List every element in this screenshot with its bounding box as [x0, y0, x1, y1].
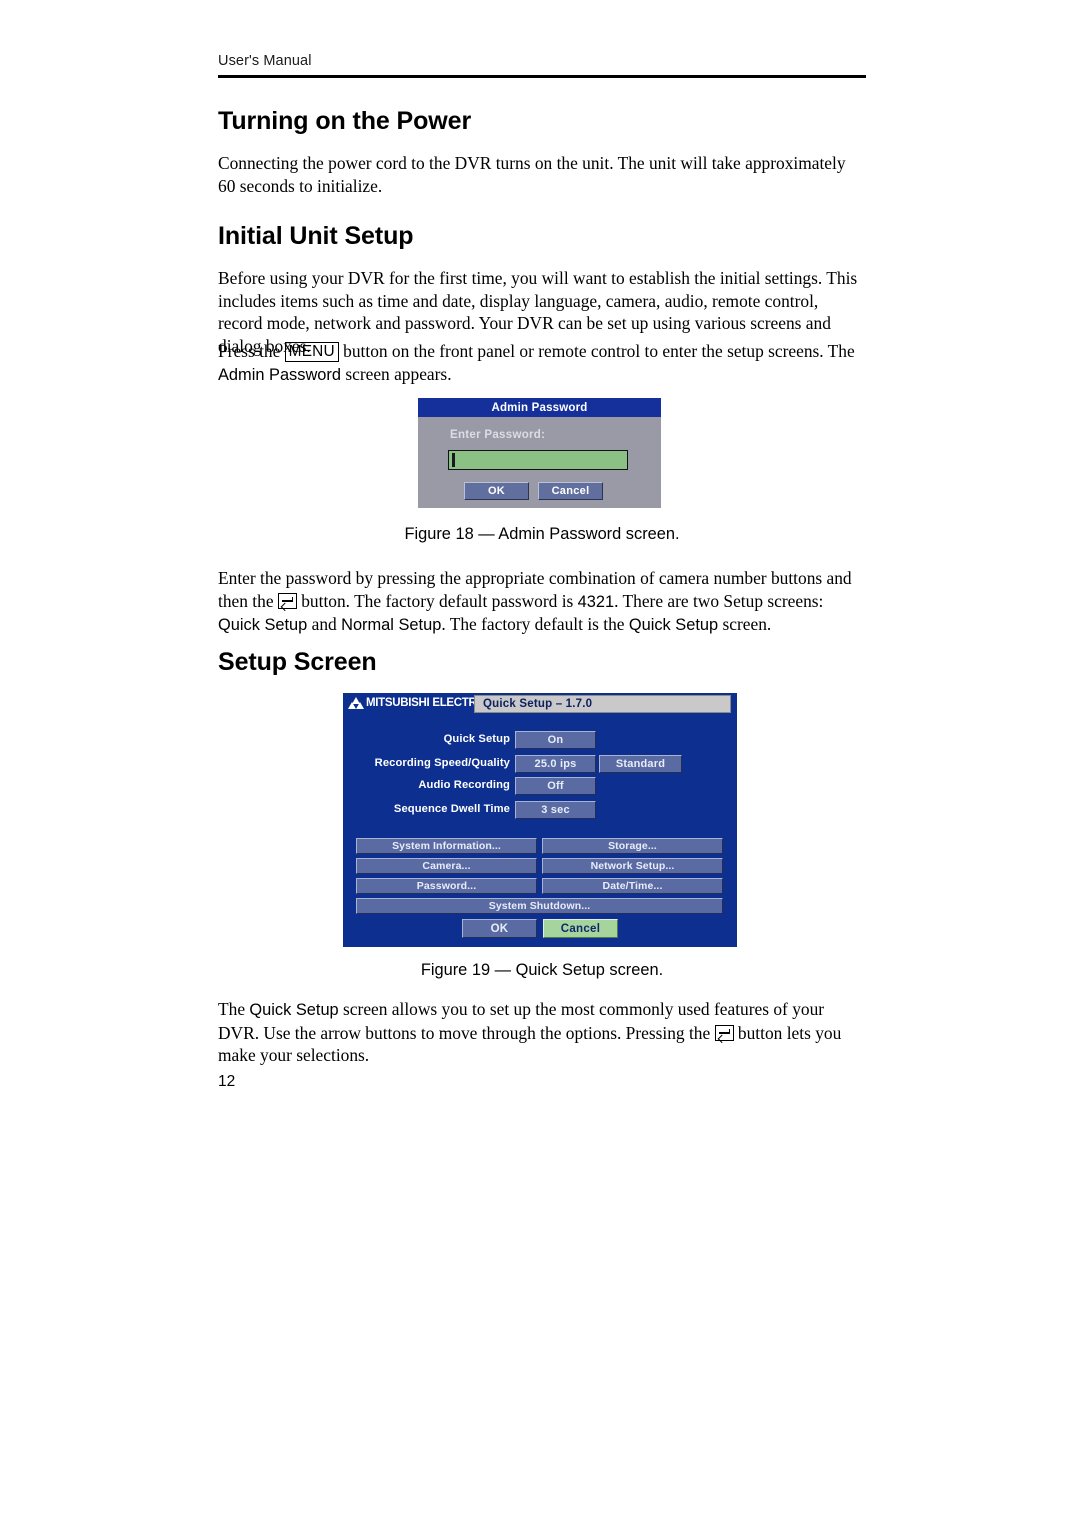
figure-19-caption: Figure 19 — Quick Setup screen.	[420, 961, 664, 979]
paragraph-quick-setup-description: The Quick Setup screen allows you to set…	[218, 998, 866, 1067]
mitsubishi-diamond-icon	[347, 697, 364, 710]
running-header-title: User's Manual	[218, 53, 312, 69]
quick-setup-action-row: OK Cancel	[462, 919, 618, 938]
heading-turning-on-the-power: Turning on the Power	[218, 107, 472, 135]
setting-row-quick-setup: Quick Setup On	[343, 731, 737, 749]
paragraph-enter-password: Enter the password by pressing the appro…	[218, 567, 866, 637]
default-password-value: 4321	[577, 592, 615, 611]
heading-initial-unit-setup: Initial Unit Setup	[218, 222, 414, 250]
menu-button-row: System Information... Storage...	[356, 838, 724, 854]
menu-button-row: Camera... Network Setup...	[356, 858, 724, 874]
text-caret	[452, 453, 455, 467]
setting-value-sequence-dwell-time[interactable]: 3 sec	[515, 801, 596, 819]
enter-password-label: Enter Password:	[450, 429, 546, 441]
enter-key-icon	[277, 592, 297, 609]
quick-setup-cancel-button[interactable]: Cancel	[543, 919, 618, 938]
mitsubishi-logo: MITSUBISHI ELECTRIC	[347, 697, 488, 710]
enter-text-6: screen.	[718, 614, 772, 634]
admin-password-term: Admin Password	[218, 365, 341, 384]
network-setup-button[interactable]: Network Setup...	[542, 858, 723, 874]
setting-value-recording-speed[interactable]: 25.0 ips	[515, 755, 596, 773]
setting-value-recording-quality[interactable]: Standard	[599, 755, 682, 773]
running-header: User's Manual	[218, 52, 866, 78]
enter-key-icon	[714, 1024, 734, 1041]
setting-label: Recording Speed/Quality	[374, 757, 510, 769]
menu-button-row: Password... Date/Time...	[356, 878, 724, 894]
quick-setup-menu-grid: System Information... Storage... Camera.…	[356, 838, 724, 918]
date-time-button[interactable]: Date/Time...	[542, 878, 723, 894]
normal-setup-term: Normal Setup	[341, 616, 442, 634]
setting-row-sequence-dwell-time: Sequence Dwell Time 3 sec	[343, 801, 737, 819]
quick-setup-header: MITSUBISHI ELECTRIC Quick Setup – 1.7.0	[343, 693, 737, 717]
setting-row-audio-recording: Audio Recording Off	[343, 777, 737, 795]
admin-password-body: Enter Password: OK Cancel	[418, 417, 661, 508]
enter-text-4: and	[307, 614, 342, 634]
admin-password-title: Admin Password	[491, 401, 588, 414]
admin-cancel-button[interactable]: Cancel	[538, 482, 603, 500]
menu-key-glyph: MENU	[284, 342, 339, 362]
paragraph-menu-instructions: Press the MENU button on the front panel…	[218, 340, 866, 386]
enter-text-2: button. The factory default password is	[296, 590, 578, 611]
menu-text-tail: screen appears.	[340, 363, 452, 384]
setting-value-audio-recording[interactable]: Off	[515, 777, 596, 795]
admin-password-titlebar: Admin Password	[418, 398, 661, 417]
camera-button[interactable]: Camera...	[356, 858, 537, 874]
quick-setup-term-1: Quick Setup	[218, 616, 308, 634]
quick-setup-title: Quick Setup – 1.7.0	[483, 698, 593, 710]
mitsubishi-wordmark: MITSUBISHI ELECTRIC	[366, 697, 488, 709]
setting-row-recording-speed-quality: Recording Speed/Quality 25.0 ips Standar…	[343, 755, 737, 773]
setting-label: Quick Setup	[443, 733, 510, 745]
quick-setup-ok-button[interactable]: OK	[462, 919, 537, 938]
heading-setup-screen: Setup Screen	[218, 648, 377, 676]
menu-text-mid: button on the front panel or remote cont…	[338, 341, 855, 361]
quick-setup-settings-list: Quick Setup On Recording Speed/Quality 2…	[343, 731, 737, 823]
enter-text-5: . The factory default is the	[441, 614, 629, 634]
enter-text-3: . There are two Setup screens:	[614, 590, 824, 611]
storage-button[interactable]: Storage...	[542, 838, 723, 854]
setting-label: Sequence Dwell Time	[393, 803, 510, 815]
manual-page: User's Manual Turning on the Power Conne…	[0, 0, 1080, 1528]
quick-setup-term-2: Quick Setup	[628, 616, 719, 634]
admin-password-button-row: OK Cancel	[464, 482, 603, 500]
figure-18-caption: Figure 18 — Admin Password screen.	[404, 525, 680, 543]
paragraph-power: Connecting the power cord to the DVR tur…	[218, 153, 846, 196]
quick-setup-screen: MITSUBISHI ELECTRIC Quick Setup – 1.7.0 …	[343, 693, 737, 947]
setting-label: Audio Recording	[418, 779, 510, 791]
quick-setup-titlebar: Quick Setup – 1.7.0	[474, 695, 731, 713]
quick-setup-term-3: Quick Setup	[249, 1001, 339, 1019]
system-shutdown-button[interactable]: System Shutdown...	[356, 898, 723, 914]
password-input[interactable]	[448, 450, 628, 470]
password-button[interactable]: Password...	[356, 878, 537, 894]
header-rule	[218, 75, 866, 78]
admin-password-dialog: Admin Password Enter Password: OK Cancel	[418, 398, 661, 508]
menu-text-lead: Press the	[218, 341, 285, 361]
menu-button-row: System Shutdown...	[356, 898, 724, 914]
admin-ok-button[interactable]: OK	[464, 482, 529, 500]
setting-value-quick-setup[interactable]: On	[515, 731, 596, 749]
quick-text-1: The	[218, 999, 250, 1019]
system-information-button[interactable]: System Information...	[356, 838, 537, 854]
page-number: 12	[218, 1073, 236, 1090]
